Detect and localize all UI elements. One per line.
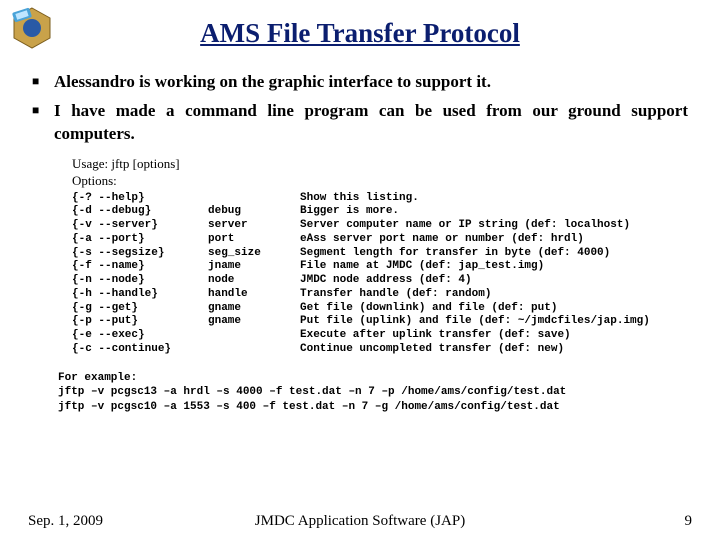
example-line: jftp –v pcgsc10 –a 1553 –s 400 –f test.d… xyxy=(58,400,692,415)
option-flag: {-? --help} xyxy=(72,192,208,206)
option-flag: {-g --get} xyxy=(72,302,208,316)
option-desc: JMDC node address (def: 4) xyxy=(300,274,658,288)
option-arg: gname xyxy=(208,315,300,329)
option-desc: Put file (uplink) and file (def: ~/jmdcf… xyxy=(300,315,658,329)
option-arg xyxy=(208,192,300,206)
option-row: {-h --handle}handleTransfer handle (def:… xyxy=(72,288,658,302)
option-desc: eAss server port name or number (def: hr… xyxy=(300,233,658,247)
option-arg: port xyxy=(208,233,300,247)
option-row: {-? --help} Show this listing. xyxy=(72,192,658,206)
example-block: For example: jftp –v pcgsc13 –a hrdl –s … xyxy=(58,371,692,416)
option-arg: handle xyxy=(208,288,300,302)
options-table: {-? --help}Show this listing.{-d --debug… xyxy=(72,192,658,357)
option-desc: Server computer name or IP string (def: … xyxy=(300,219,658,233)
option-arg xyxy=(208,343,300,357)
option-desc: Segment length for transfer in byte (def… xyxy=(300,247,658,261)
footer-title: JMDC Application Software (JAP) xyxy=(0,513,720,530)
option-row: {-f --name}jnameFile name at JMDC (def: … xyxy=(72,260,658,274)
option-row: {-g --get}gnameGet file (downlink) and f… xyxy=(72,302,658,316)
options-label: Options: xyxy=(72,173,692,190)
footer-date: Sep. 1, 2009 xyxy=(28,513,103,530)
option-flag: {-n --node} xyxy=(72,274,208,288)
option-desc: Transfer handle (def: random) xyxy=(300,288,658,302)
option-desc: Get file (downlink) and file (def: put) xyxy=(300,302,658,316)
option-row: {-p --put}gnamePut file (uplink) and fil… xyxy=(72,315,658,329)
slide-title: AMS File Transfer Protocol xyxy=(28,18,692,49)
option-arg xyxy=(208,329,300,343)
option-flag: {-a --port} xyxy=(72,233,208,247)
option-row: {-v --server}serverServer computer name … xyxy=(72,219,658,233)
slide-footer: Sep. 1, 2009 JMDC Application Software (… xyxy=(0,513,720,530)
option-arg: jname xyxy=(208,260,300,274)
option-row: {-a --port}porteAss server port name or … xyxy=(72,233,658,247)
option-flag: {-f --name} xyxy=(72,260,208,274)
option-row: {-e --exec} Execute after uplink transfer… xyxy=(72,329,658,343)
option-flag: {-h --handle} xyxy=(72,288,208,302)
option-row: {-c --continue} Continue uncompleted tran… xyxy=(72,343,658,357)
option-flag: {-c --continue} xyxy=(72,343,208,357)
option-desc: Bigger is more. xyxy=(300,205,658,219)
option-row: {-s --segsize}seg_sizeSegment length for… xyxy=(72,247,658,261)
usage-block: Usage: jftp [options] Options: {-? --hel… xyxy=(72,156,692,357)
example-line: jftp –v pcgsc13 –a hrdl –s 4000 –f test.… xyxy=(58,385,692,400)
option-desc: File name at JMDC (def: jap_test.img) xyxy=(300,260,658,274)
ams-logo-icon xyxy=(10,6,54,50)
option-arg: server xyxy=(208,219,300,233)
option-flag: {-p --put} xyxy=(72,315,208,329)
slide: AMS File Transfer Protocol Alessandro is… xyxy=(0,0,720,540)
bullet-item: Alessandro is working on the graphic int… xyxy=(32,71,688,94)
option-flag: {-v --server} xyxy=(72,219,208,233)
option-arg: debug xyxy=(208,205,300,219)
example-label: For example: xyxy=(58,371,692,386)
option-flag: {-s --segsize} xyxy=(72,247,208,261)
option-flag: {-d --debug} xyxy=(72,205,208,219)
option-desc: Continue uncompleted transfer (def: new) xyxy=(300,343,658,357)
bullet-list: Alessandro is working on the graphic int… xyxy=(28,71,692,146)
usage-line: Usage: jftp [options] xyxy=(72,156,692,173)
option-desc: Show this listing. xyxy=(300,192,658,206)
option-arg: gname xyxy=(208,302,300,316)
option-arg: node xyxy=(208,274,300,288)
option-row: {-n --node}nodeJMDC node address (def: 4… xyxy=(72,274,658,288)
option-flag: {-e --exec} xyxy=(72,329,208,343)
bullet-item: I have made a command line program can b… xyxy=(32,100,688,146)
footer-page: 9 xyxy=(685,513,693,530)
option-arg: seg_size xyxy=(208,247,300,261)
option-desc: Execute after uplink transfer (def: save… xyxy=(300,329,658,343)
option-row: {-d --debug}debugBigger is more. xyxy=(72,205,658,219)
